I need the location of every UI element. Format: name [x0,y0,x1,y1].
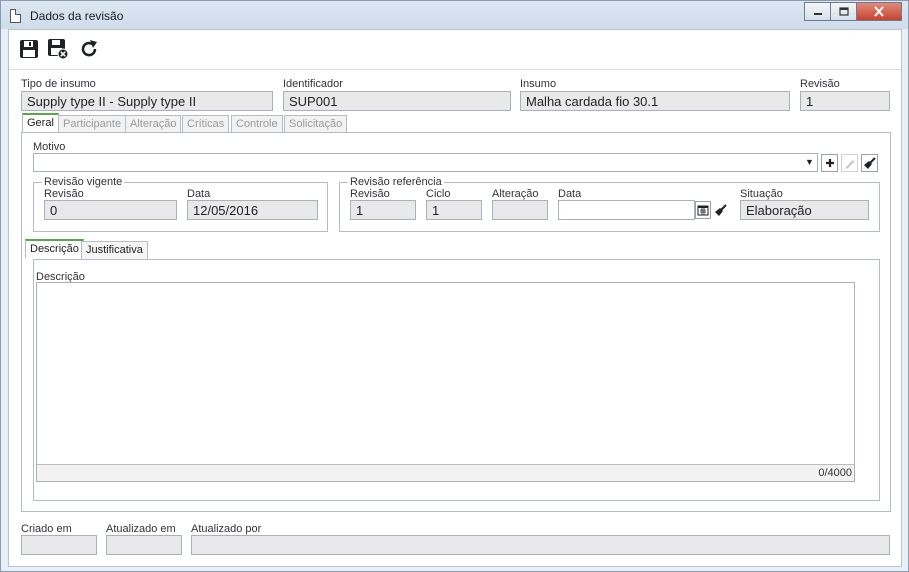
descricao-panel: Descrição 0/4000 [33,259,880,501]
save-close-icon [48,39,69,60]
minimize-icon [813,12,822,15]
window: Dados da revisão Tipo de insumo Supply t… [0,0,909,572]
window-title: Dados da revisão [30,9,124,23]
atualizado-por-label: Atualizado por [191,523,262,535]
tab-controle[interactable]: Controle [231,115,283,133]
insumo-label: Insumo [520,78,557,90]
chevron-down-icon[interactable]: ▼ [805,157,814,167]
rv-data-field[interactable]: 12/05/2016 [187,200,318,220]
rr-situacao-label: Situação [740,188,783,200]
broom-icon [864,156,876,169]
tipo-insumo-field[interactable]: Supply type II - Supply type II [21,91,273,111]
edit-motivo-button[interactable] [841,154,858,172]
motivo-label: Motivo [33,141,66,153]
title-bar: Dados da revisão [1,1,908,29]
clear-date-button[interactable] [712,201,728,219]
subtab-justificativa[interactable]: Justificativa [81,241,148,259]
atualizado-por-field[interactable] [191,535,890,555]
tab-criticas[interactable]: Críticas [182,115,230,133]
minimize-button[interactable] [804,2,831,21]
close-icon [874,6,884,17]
plus-icon [825,159,834,167]
motivo-select[interactable] [33,153,818,172]
revisao-vigente-legend: Revisão vigente [42,176,125,188]
revisao-referencia-group: Revisão referência Revisão 1 Ciclo 1 Alt… [339,176,880,232]
criado-em-field[interactable] [21,535,97,555]
rr-situacao-field[interactable]: Elaboração [740,200,869,220]
rr-alteracao-label: Alteração [492,188,539,200]
descricao-textarea[interactable]: 0/4000 [36,282,855,482]
tab-geral[interactable]: Geral [22,113,59,132]
atualizado-em-field[interactable] [106,535,182,555]
close-button[interactable] [856,2,902,21]
revisao-field[interactable]: 1 [800,91,890,111]
clear-motivo-button[interactable] [861,154,878,172]
identificador-field[interactable]: SUP001 [283,91,511,111]
rv-revisao-label: Revisão [44,188,84,200]
refresh-icon [81,40,97,57]
tab-solicitacao[interactable]: Solicitação [284,115,348,133]
dialog-body: Tipo de insumo Supply type II - Supply t… [8,29,902,567]
save-and-close-button[interactable] [47,38,69,60]
calendar-button[interactable] [695,201,711,219]
revisao-referencia-legend: Revisão referência [348,176,444,188]
character-counter: 0/4000 [37,464,854,481]
rv-revisao-field[interactable]: 0 [44,200,177,220]
window-controls [804,2,902,22]
rr-data-field[interactable] [558,200,695,220]
tipo-insumo-label: Tipo de insumo [21,78,96,90]
document-icon [10,9,21,23]
geral-panel: Motivo ▼ Revisão vigente Revisão 0 Data … [21,132,891,512]
save-icon [20,40,38,58]
rr-alteracao-field[interactable] [492,200,548,220]
add-motivo-button[interactable] [821,154,838,172]
maximize-button[interactable] [830,2,857,21]
criado-em-label: Criado em [21,523,72,535]
identificador-label: Identificador [283,78,343,90]
atualizado-em-label: Atualizado em [106,523,176,535]
revisao-label: Revisão [800,78,840,90]
pencil-icon [845,160,854,169]
rv-data-label: Data [187,188,211,200]
rr-revisao-field[interactable]: 1 [350,200,416,220]
maximize-icon [838,7,849,16]
broom-icon [714,203,727,216]
rr-data-label: Data [558,188,582,200]
rr-ciclo-field[interactable]: 1 [426,200,482,220]
tab-alteracao[interactable]: Alteração [125,115,182,133]
insumo-field[interactable]: Malha cardada fio 30.1 [520,91,790,111]
toolbar [9,30,901,70]
tab-participante[interactable]: Participante [58,115,127,133]
revisao-vigente-group: Revisão vigente Revisão 0 Data 12/05/201… [33,176,328,232]
rr-revisao-label: Revisão [350,188,390,200]
save-button[interactable] [18,38,40,60]
refresh-button[interactable] [78,38,100,60]
rr-ciclo-label: Ciclo [426,188,451,200]
calendar-icon [697,205,709,216]
subtab-descricao[interactable]: Descrição [25,239,84,258]
